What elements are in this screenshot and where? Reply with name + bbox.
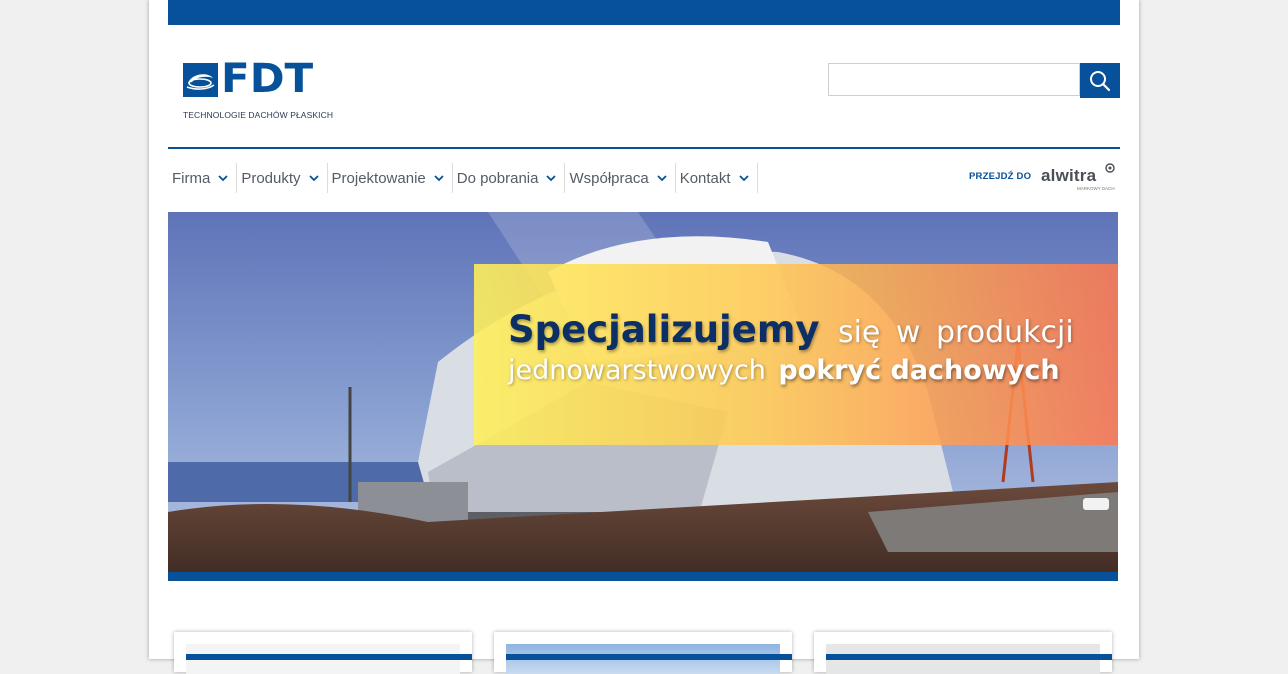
nav-item-produkty[interactable]: Produkty [237,163,328,193]
chevron-down-icon [308,175,319,182]
chevron-down-icon [218,175,228,182]
alwitra-tagline: MARKOWY DACH [1077,186,1115,191]
nav-item-kontakt[interactable]: Kontakt [676,163,758,193]
page-container: FDT TECHNOLOGIE DACHÓW PŁASKICH Firma Pr… [149,0,1139,674]
alwitra-link[interactable]: alwitra MARKOWY DACH [1041,162,1117,194]
feature-card-3[interactable] [814,632,1112,674]
main-nav: Firma Produkty Projektowanie Do pobrania… [168,163,758,193]
search-button[interactable] [1080,63,1120,98]
card-bar [506,654,792,660]
chevron-down-icon [434,175,444,182]
hero-subline-strong: pokryć dachowych [778,355,1060,386]
alwitra-logo-text: alwitra [1041,166,1097,185]
alwitra-mark-icon [1105,163,1115,173]
card-bar [186,654,472,660]
chevron-down-icon [546,175,557,182]
top-bar [168,0,1120,25]
logo-mark-icon [183,63,218,97]
logo-tagline: TECHNOLOGIE DACHÓW PŁASKICH [183,110,334,120]
nav-item-wspolpraca[interactable]: Współpraca [565,163,676,193]
goto-label: PRZEJDŹ DO [969,171,1032,182]
nav-item-label: Firma [172,169,211,187]
chevron-down-icon [657,175,667,182]
nav-item-label: Produkty [241,169,301,187]
hero-headline-light: się w produkcji [837,315,1074,350]
nav-divider [168,147,1120,149]
hero-headline-strong: Specjalizujemy [508,308,820,351]
hero-banner[interactable]: Specjalizujemy się w produkcji jednowars… [168,212,1118,581]
hero-subline-light: jednowarstwowych [508,355,766,386]
feature-card-1[interactable] [174,632,472,674]
nav-item-label: Projektowanie [331,169,426,187]
nav-item-do-pobrania[interactable]: Do pobrania [453,163,566,193]
search-input[interactable] [828,63,1080,96]
site-logo[interactable]: FDT TECHNOLOGIE DACHÓW PŁASKICH [183,57,334,125]
chevron-down-icon [738,175,749,182]
nav-item-firma[interactable]: Firma [168,163,238,193]
nav-item-projektowanie[interactable]: Projektowanie [328,163,453,193]
hero-headline-line1: Specjalizujemy się w produkcji [508,308,1074,351]
nav-item-label: Kontakt [679,169,731,187]
hero-bottom-bar [168,572,1118,581]
logo-text: FDT [221,56,314,102]
search-icon [1090,70,1111,91]
card-bar [826,654,1112,660]
hero-headline-line2: jednowarstwowych pokryć dachowych [508,355,1060,386]
nav-item-label: Współpraca [569,169,649,187]
nav-item-label: Do pobrania [456,169,539,187]
feature-card-2[interactable] [494,632,792,674]
